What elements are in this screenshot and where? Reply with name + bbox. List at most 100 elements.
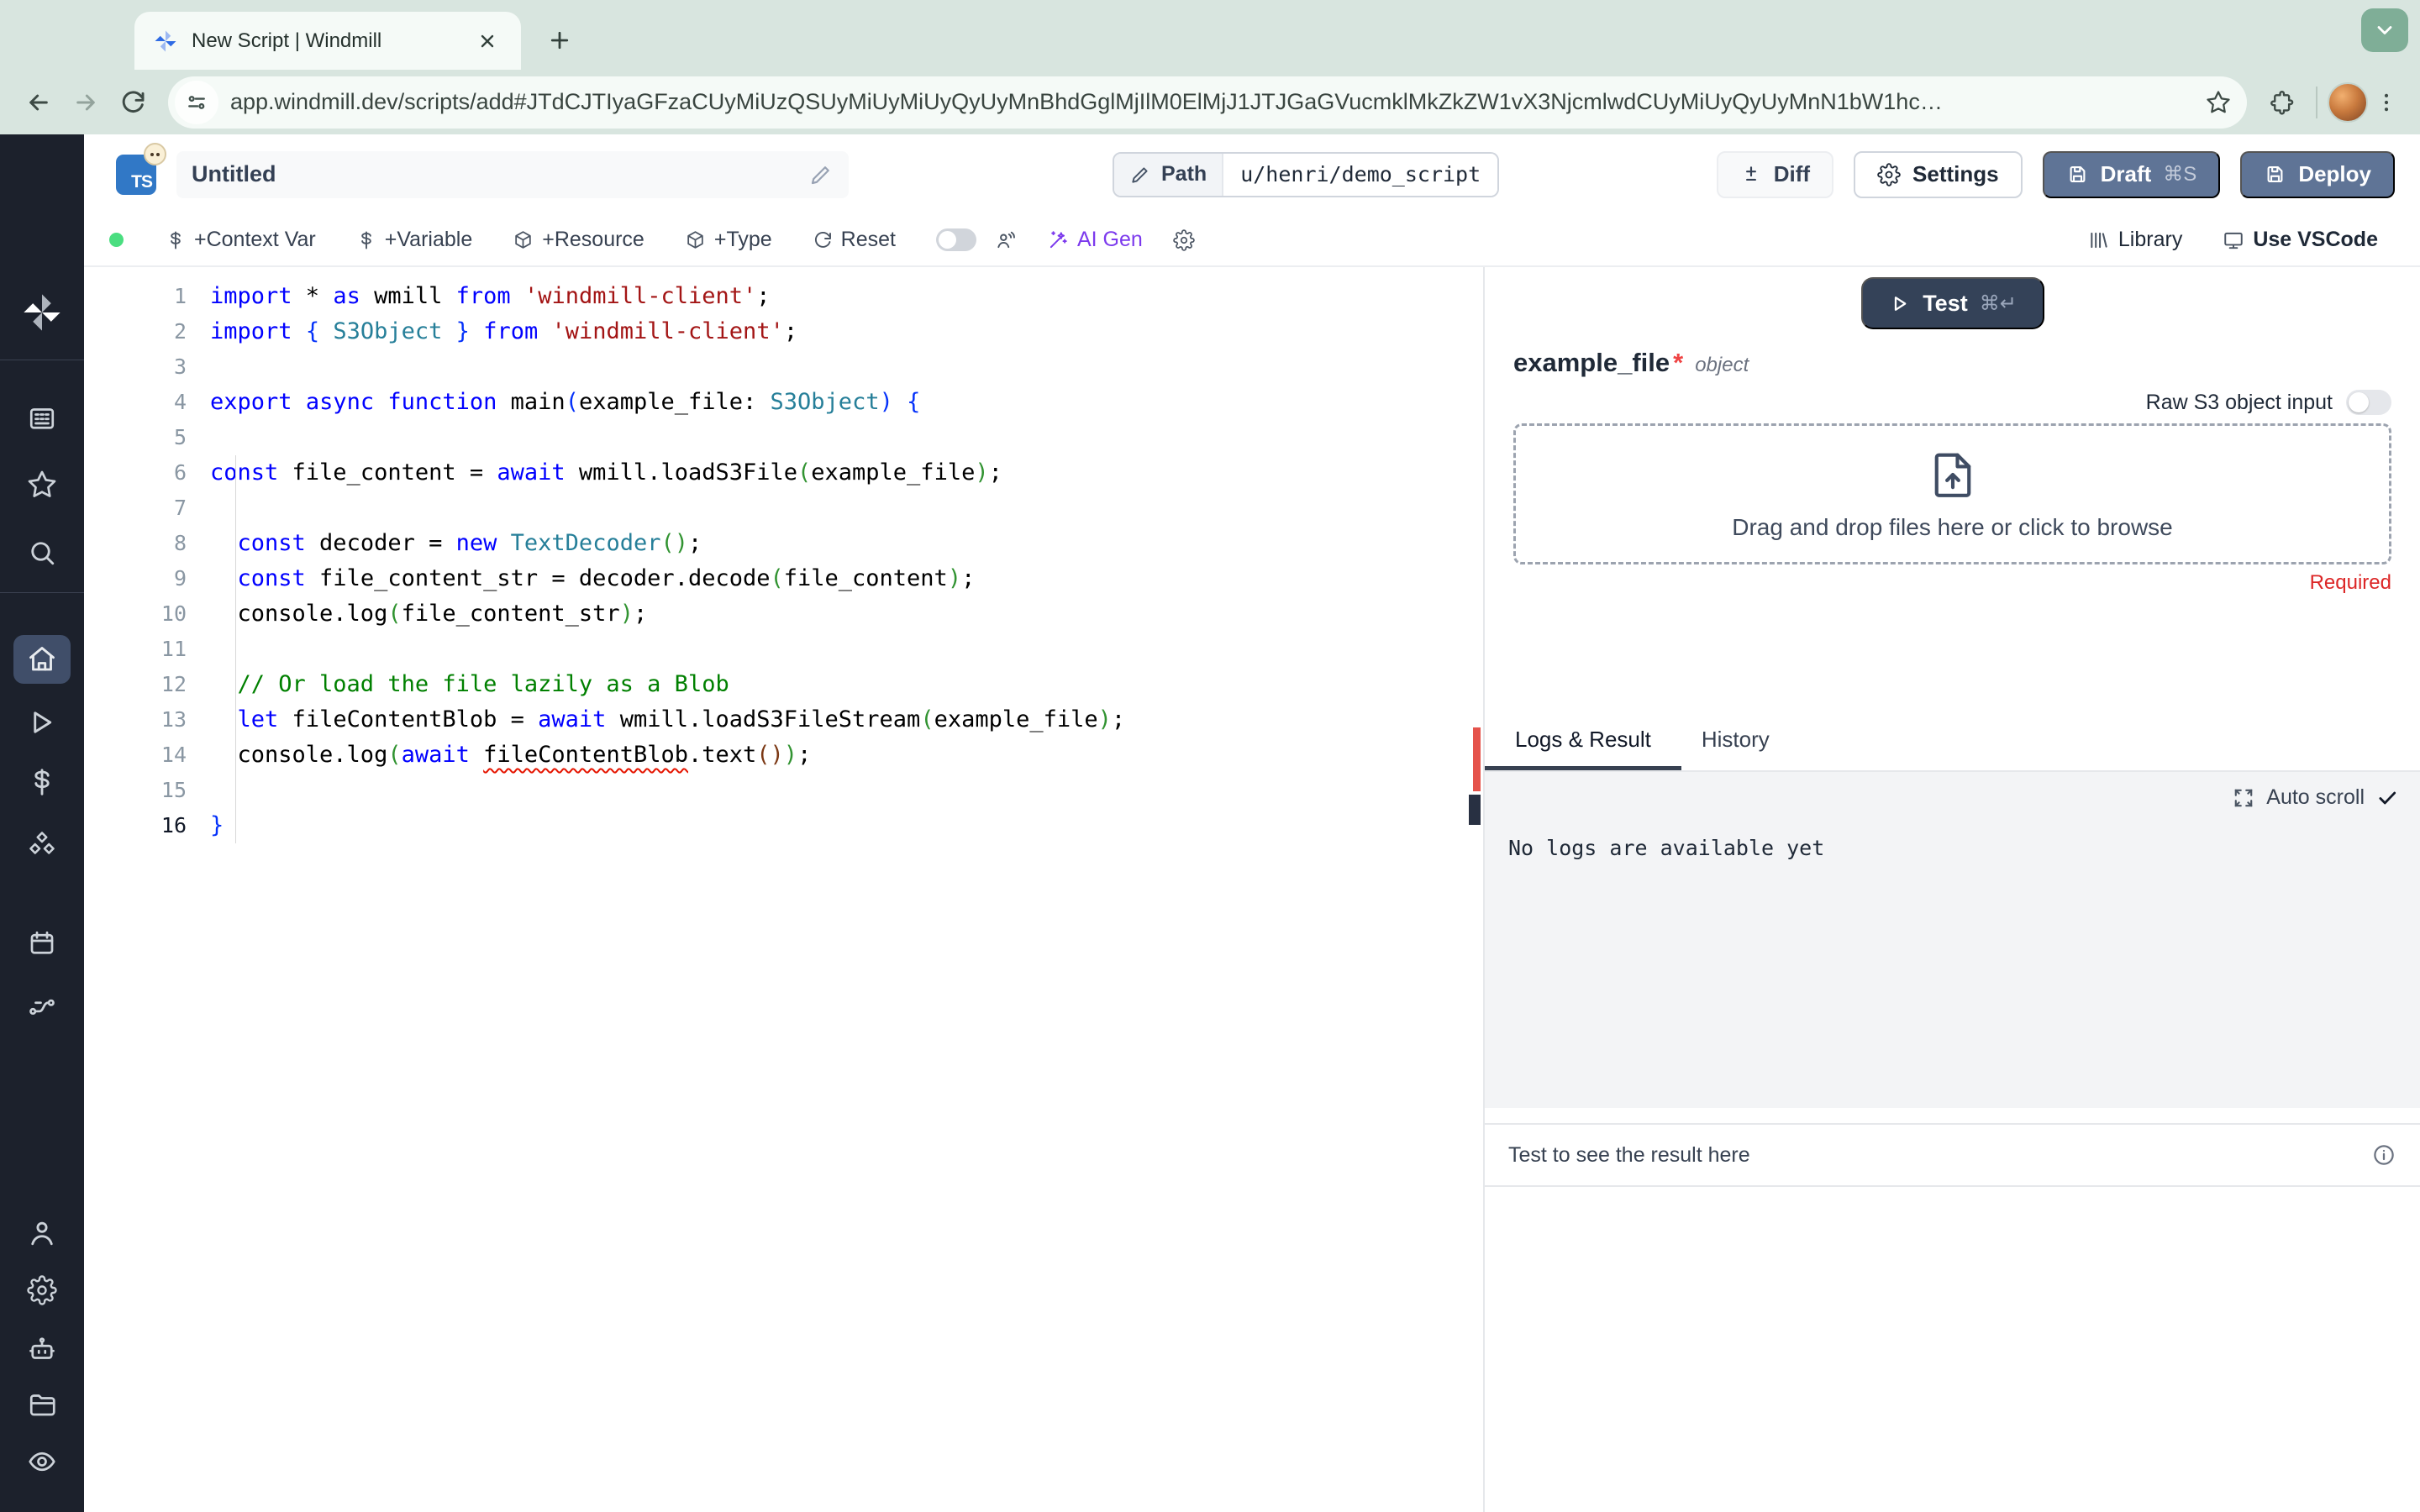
windmill-logo-icon[interactable] <box>20 291 64 334</box>
line-number: 12 <box>160 672 187 696</box>
script-summary-input[interactable]: Untitled <box>176 150 849 198</box>
sidebar-item-runs[interactable] <box>27 707 57 738</box>
package-icon <box>687 231 703 249</box>
code-line[interactable]: 8 const decoder = new TextDecoder(); <box>84 526 1483 561</box>
extensions-puzzle-icon[interactable] <box>2259 79 2306 126</box>
code-line[interactable]: 11 <box>84 632 1483 667</box>
line-number: 13 <box>160 707 187 732</box>
sidebar-item-home[interactable] <box>13 635 71 684</box>
library-button[interactable]: Library <box>2071 221 2199 260</box>
browser-tab-strip: New Script | Windmill <box>0 0 2420 70</box>
code-lines: 1 import * as wmill from 'windmill-client… <box>84 279 1483 843</box>
path-value: u/henri/demo_script <box>1223 153 1498 196</box>
typescript-language-badge[interactable]: TS <box>116 142 166 195</box>
indent-guide <box>235 455 236 843</box>
draft-button[interactable]: Draft ⌘S <box>2042 150 2221 198</box>
dollar-icon <box>171 231 181 249</box>
code-line[interactable]: 9 const file_content_str = decoder.decod… <box>84 561 1483 596</box>
url-text[interactable]: app.windmill.dev/scripts/add#JTdCJTIyaGF… <box>230 89 2198 115</box>
code-line[interactable]: 12 // Or load the file lazily as a Blob <box>84 667 1483 702</box>
library-icon <box>2091 232 2107 248</box>
new-tab-button[interactable] <box>538 18 581 62</box>
tab-search-button[interactable] <box>2361 8 2408 52</box>
play-outline-icon <box>1895 296 1907 311</box>
diff-button[interactable]: Diff <box>1716 150 1834 198</box>
editor-scrollbar-thumb[interactable] <box>1469 795 1481 825</box>
dollar-icon <box>361 231 371 249</box>
reload-icon[interactable] <box>109 79 156 126</box>
sidebar-item-workers[interactable] <box>27 1334 57 1364</box>
user-voice-icon <box>997 231 1015 248</box>
browser-tab[interactable]: New Script | Windmill <box>134 12 521 70</box>
code-line[interactable]: 2 import { S3Object } from 'windmill-clie… <box>84 314 1483 349</box>
edit-pencil-icon[interactable] <box>808 162 834 187</box>
sidebar-item-variables[interactable] <box>27 767 57 797</box>
profile-avatar[interactable] <box>2328 81 2368 123</box>
add-context-var-button[interactable]: +Context Var <box>149 221 333 260</box>
code-editor[interactable]: 1 import * as wmill from 'windmill-client… <box>84 267 1483 1512</box>
raw-s3-toggle[interactable] <box>2346 390 2391 415</box>
forward-icon[interactable] <box>62 79 109 126</box>
code-line[interactable]: 10 console.log(file_content_str); <box>84 596 1483 632</box>
tab-logs-result[interactable]: Logs & Result <box>1485 727 1681 770</box>
bookmark-star-icon[interactable] <box>2198 82 2238 123</box>
code-line[interactable]: 16} <box>84 808 1483 843</box>
tab-history[interactable]: History <box>1681 727 1790 770</box>
sidebar-item-resources[interactable] <box>27 829 57 859</box>
file-dropzone[interactable]: Drag and drop files here or click to bro… <box>1513 423 2391 564</box>
test-button[interactable]: Test ⌘↵ <box>1860 277 2044 329</box>
add-resource-button[interactable]: +Resource <box>496 221 661 260</box>
use-vscode-button[interactable]: Use VSCode <box>2206 221 2395 260</box>
sidebar-item-users[interactable] <box>27 1218 57 1248</box>
sidebar-item-audit-logs[interactable] <box>27 1446 57 1477</box>
sidebar-item-schedules[interactable] <box>27 928 57 958</box>
code-line[interactable]: 7 <box>84 491 1483 526</box>
sidebar-item-favorites[interactable] <box>27 470 57 500</box>
sidebar-item-apps[interactable] <box>27 403 57 433</box>
reset-button[interactable]: Reset <box>796 221 913 260</box>
editor-settings-gear-icon[interactable] <box>1166 221 1202 260</box>
add-variable-button[interactable]: +Variable <box>339 221 489 260</box>
info-icon[interactable] <box>2371 1142 2396 1168</box>
line-number: 15 <box>160 778 187 802</box>
save-icon <box>2070 165 2086 183</box>
code-line[interactable]: 3 <box>84 349 1483 385</box>
code-line[interactable]: 6 const file_content = await wmill.loadS3… <box>84 455 1483 491</box>
code-line[interactable]: 5 <box>84 420 1483 455</box>
code-line[interactable]: 1 import * as wmill from 'windmill-client… <box>84 279 1483 314</box>
add-type-button[interactable]: +Type <box>668 221 789 260</box>
address-bar[interactable]: app.windmill.dev/scripts/add#JTdCJTIyaGF… <box>168 76 2247 129</box>
code-line[interactable]: 4 export async function main(example_file… <box>84 385 1483 420</box>
result-placeholder-row: Test to see the result here <box>1485 1123 2420 1187</box>
dropzone-text: Drag and drop files here or click to bro… <box>1732 514 2173 540</box>
expand-icon <box>2234 789 2253 806</box>
deploy-button[interactable]: Deploy <box>2240 150 2395 198</box>
site-settings-icon[interactable] <box>175 80 218 124</box>
code-line[interactable]: 15 <box>84 773 1483 808</box>
auto-scroll-control[interactable]: Auto scroll <box>2233 785 2398 810</box>
path-pencil-icon <box>1132 166 1148 183</box>
tab-close-icon[interactable] <box>472 26 502 56</box>
chrome-menu-icon[interactable] <box>2368 82 2405 123</box>
line-number: 5 <box>173 425 187 449</box>
line-number: 16 <box>160 813 187 837</box>
sidebar-item-flows[interactable] <box>27 990 57 1020</box>
line-number: 14 <box>160 743 187 767</box>
code-line[interactable]: 14 console.log(await fileContentBlob.tex… <box>84 738 1483 773</box>
error-overview-marker <box>1473 727 1481 791</box>
line-number: 2 <box>173 319 187 344</box>
sidebar-divider <box>0 592 84 593</box>
sidebar-item-folders[interactable] <box>27 1389 57 1420</box>
settings-button[interactable]: Settings <box>1854 150 2023 198</box>
auto-scroll-label: Auto scroll <box>2266 785 2365 809</box>
code-line[interactable]: 13 let fileContentBlob = await wmill.loa… <box>84 702 1483 738</box>
multiplayer-toggle[interactable] <box>935 228 976 251</box>
sidebar-item-settings[interactable] <box>27 1275 57 1305</box>
script-header: TS Untitled Path u/henri/demo_script Dif… <box>84 134 2420 214</box>
file-upload-icon <box>1934 453 1970 497</box>
sidebar-item-search[interactable] <box>27 538 57 568</box>
ai-gen-button[interactable]: AI Gen <box>1030 221 1160 260</box>
script-path-chip[interactable]: Path u/henri/demo_script <box>1113 151 1500 197</box>
script-title: Untitled <box>192 161 276 186</box>
back-icon[interactable] <box>15 79 62 126</box>
